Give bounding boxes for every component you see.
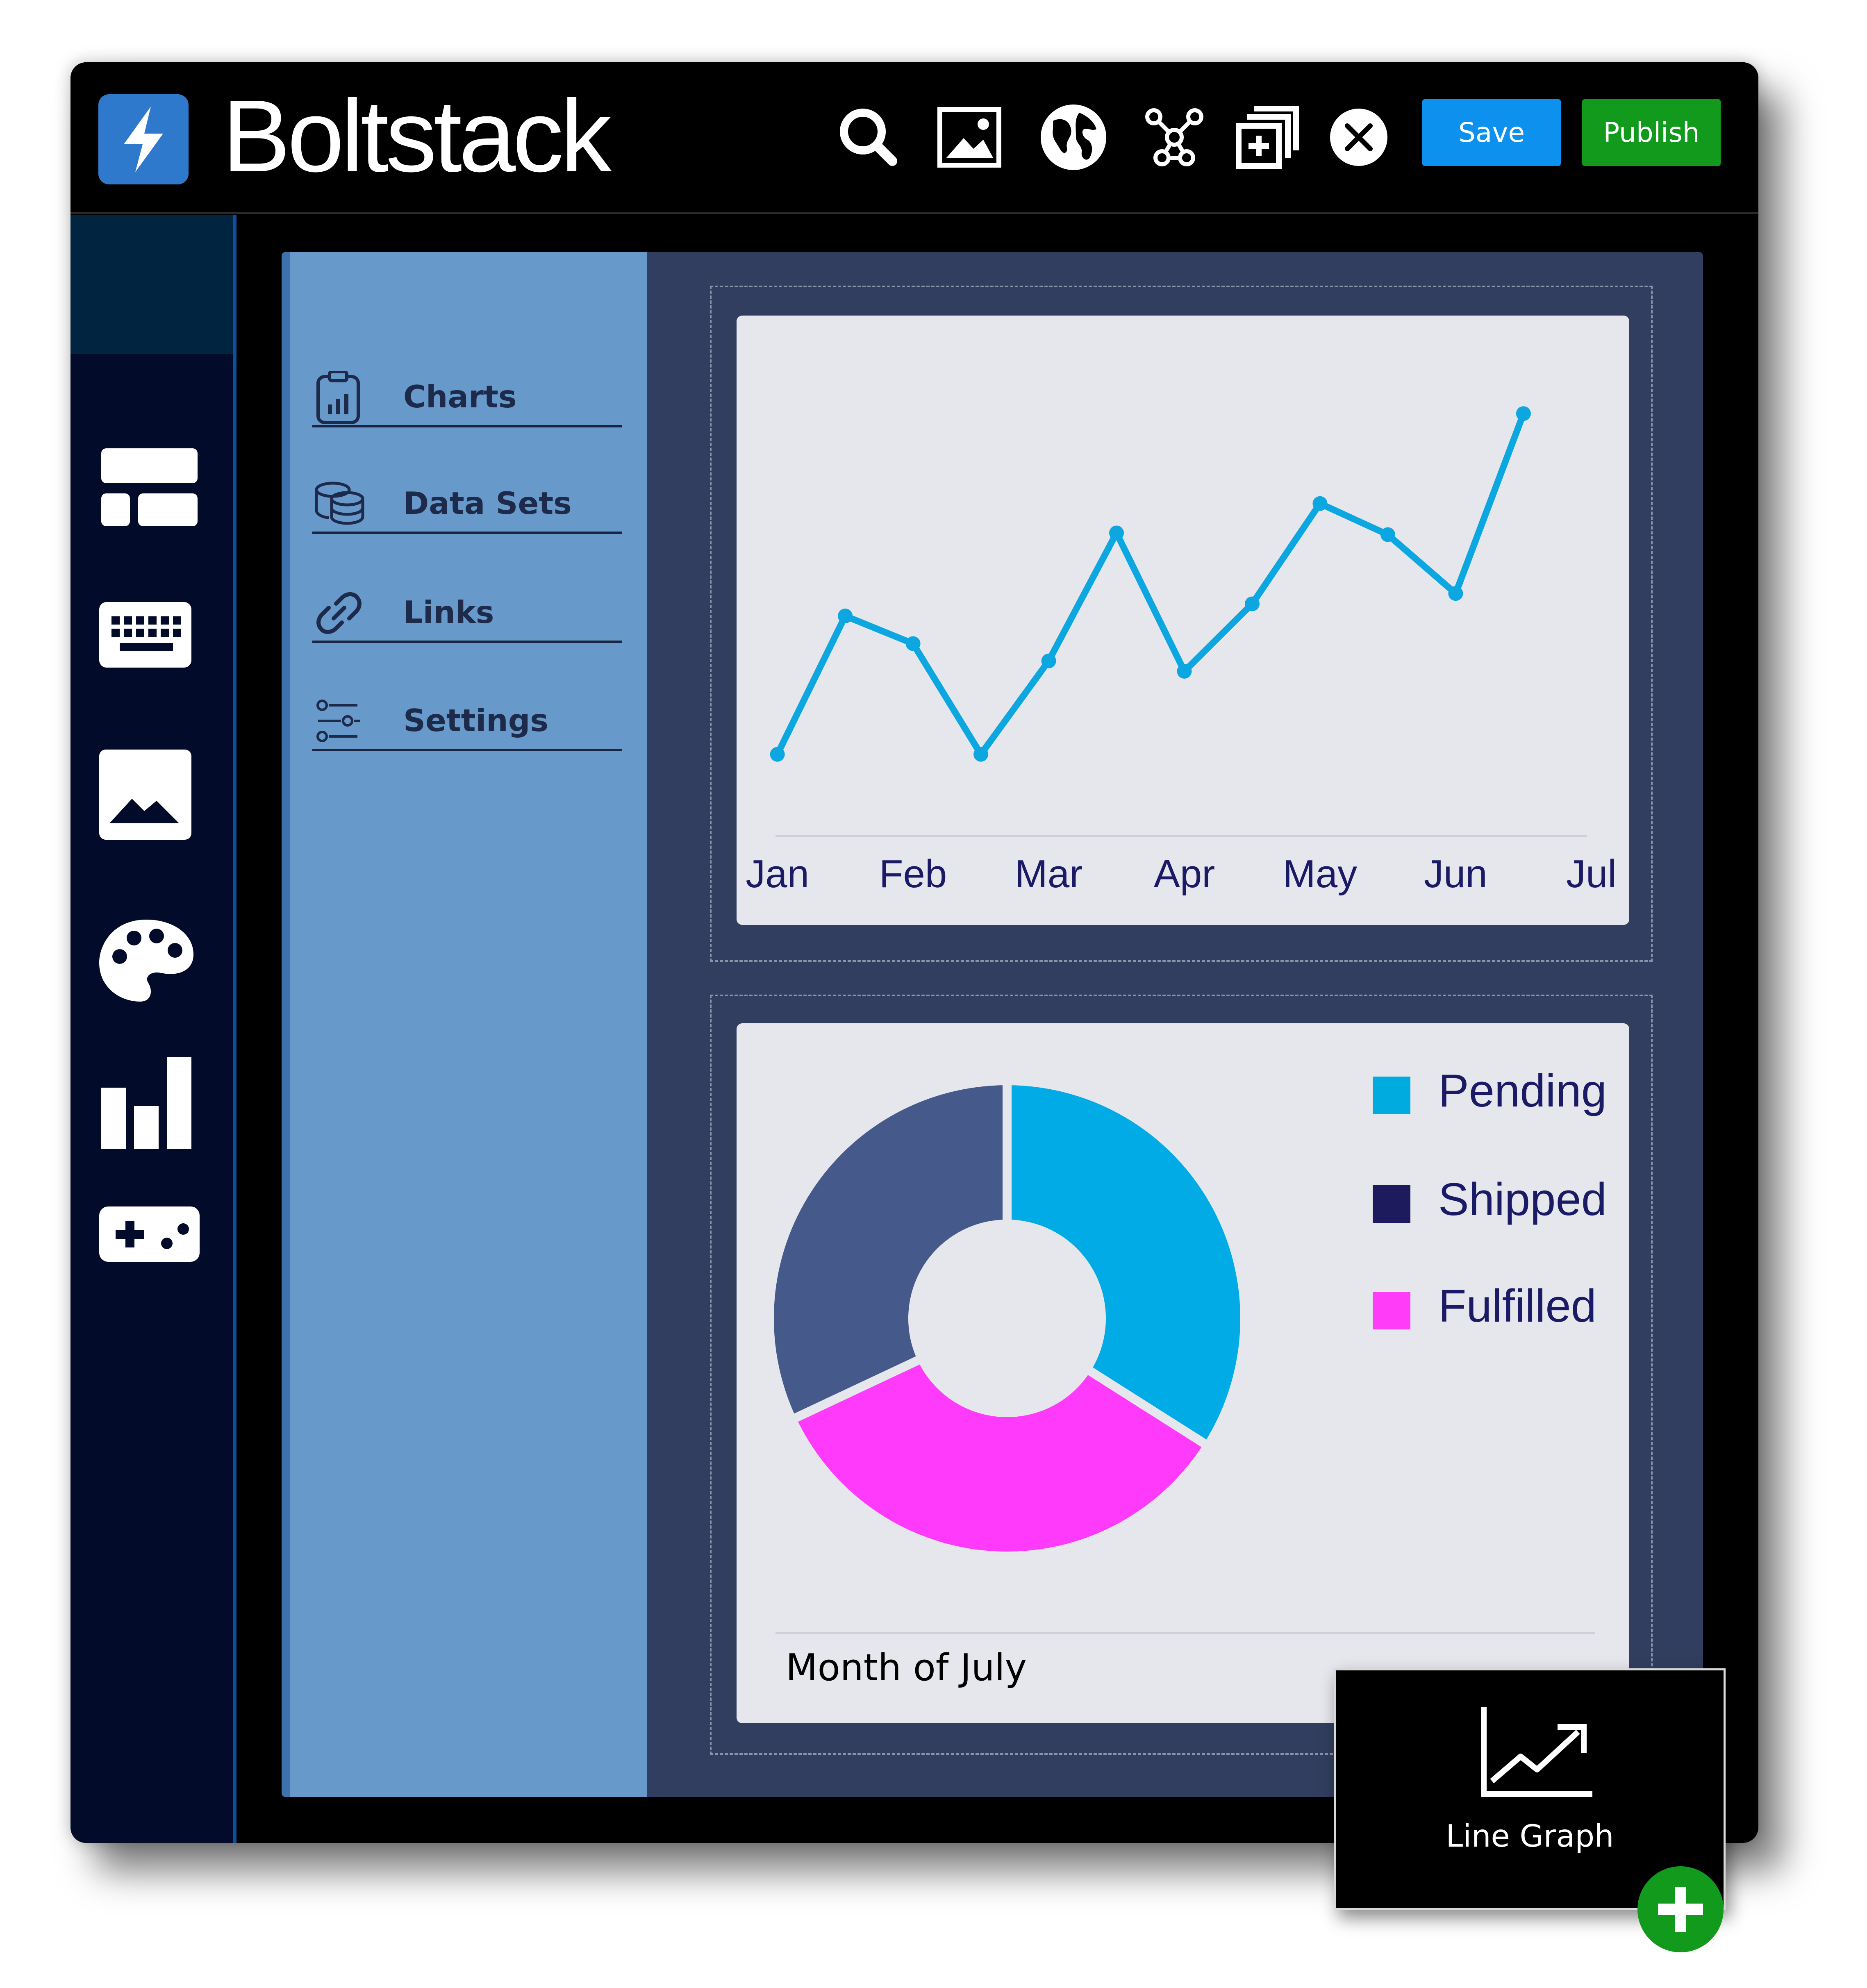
left-rail [70, 215, 234, 1843]
chart-caption: Month of July [786, 1646, 1027, 1689]
rail-active-slot[interactable] [70, 215, 234, 354]
x-tick-label: Jan [746, 852, 809, 896]
app-title: Boltstack [222, 79, 612, 193]
nav-item-links[interactable]: Links [312, 577, 622, 643]
plus-icon [1658, 1887, 1703, 1932]
caption-divider [775, 1632, 1595, 1634]
series-line [774, 410, 1527, 758]
link-icon [312, 586, 366, 640]
palette-icon[interactable] [91, 916, 202, 1018]
legend-label: Fulfilled [1438, 1280, 1596, 1331]
data-point [1312, 496, 1328, 511]
rail-divider [233, 215, 237, 1843]
nav-item-data-sets[interactable]: Data Sets [312, 468, 622, 534]
legend-swatch [1373, 1077, 1410, 1114]
network-icon[interactable] [1137, 100, 1211, 174]
save-button[interactable]: Save [1422, 99, 1561, 166]
globe-icon[interactable] [1037, 100, 1110, 174]
bar-chart-icon[interactable] [91, 1053, 202, 1155]
legend-swatch [1373, 1292, 1410, 1329]
pie-chart-card[interactable]: Pending Shipped Fulfilled Month of July [737, 1023, 1629, 1723]
line-graph-icon [1476, 1703, 1594, 1802]
data-point [1109, 525, 1124, 541]
logo-icon [98, 94, 189, 184]
data-point [770, 747, 785, 762]
nav-label-settings: Settings [403, 702, 549, 738]
gamepad-icon[interactable] [91, 1206, 202, 1309]
data-point [1041, 653, 1056, 668]
image-icon[interactable] [932, 100, 1006, 174]
data-point [1448, 586, 1463, 601]
data-point [905, 636, 921, 651]
legend-label: Pending [1438, 1065, 1607, 1116]
data-point [1244, 596, 1260, 611]
clipboard-chart-icon [312, 371, 366, 424]
workspace: Charts Data Sets Links Settings Jan Feb … [282, 252, 1703, 1797]
line-chart-card[interactable]: Jan Feb Mar Apr May Jun Jul [737, 316, 1629, 925]
nav-label-links: Links [403, 594, 494, 630]
header: Boltstack Save Publish [70, 62, 1758, 214]
nav-item-settings[interactable]: Settings [312, 686, 622, 751]
layout-icon[interactable] [91, 448, 202, 551]
nav-label-data-sets: Data Sets [403, 485, 572, 521]
keyboard-icon[interactable] [91, 602, 202, 704]
close-icon[interactable] [1322, 100, 1396, 174]
widget-label: Line Graph [1446, 1818, 1614, 1854]
data-point [1516, 406, 1531, 421]
x-tick-label: May [1283, 852, 1357, 896]
sliders-icon [312, 695, 366, 748]
x-tick-label: Mar [1015, 852, 1082, 896]
app-window: Boltstack Save Publish Charts Data Sets … [70, 62, 1758, 1843]
nav-label-charts: Charts [403, 379, 517, 415]
search-icon[interactable] [832, 100, 905, 174]
legend-label: Shipped [1438, 1174, 1607, 1225]
donut-chart [765, 1076, 1249, 1561]
x-tick-label: Jul [1566, 852, 1617, 896]
image-icon[interactable] [91, 750, 202, 852]
duplicate-icon[interactable] [1230, 100, 1304, 174]
pie-slice-shipped [765, 1076, 1012, 1426]
data-point [973, 747, 989, 762]
x-tick-label: Jun [1424, 852, 1487, 896]
x-tick-label: Apr [1154, 852, 1215, 896]
nav-item-charts[interactable]: Charts [312, 362, 622, 427]
data-point [1177, 664, 1192, 679]
data-point [838, 609, 853, 623]
line-chart: Jan Feb Mar Apr May Jun Jul [746, 406, 1617, 896]
database-icon [312, 477, 366, 531]
legend-swatch [1373, 1185, 1410, 1223]
add-widget-button[interactable] [1637, 1866, 1724, 1952]
publish-button[interactable]: Publish [1582, 99, 1721, 166]
x-tick-label: Feb [879, 852, 947, 896]
data-point [1380, 527, 1395, 542]
nav-panel: Charts Data Sets Links Settings [282, 252, 647, 1797]
